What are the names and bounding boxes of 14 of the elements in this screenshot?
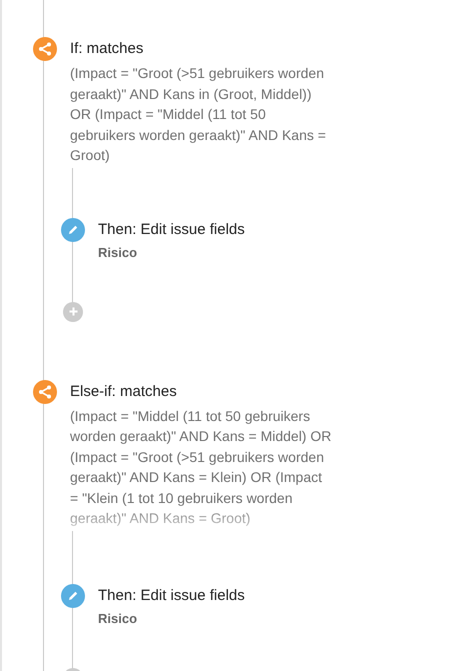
condition-title: Else-if: matches [70, 382, 178, 402]
pencil-icon [67, 224, 79, 236]
action-title: Then: Edit issue fields [98, 220, 246, 240]
action-title: Then: Edit issue fields [98, 586, 246, 606]
pencil-icon [67, 590, 79, 602]
branch-icon [38, 42, 52, 56]
condition-text: (Impact = "Middel (11 tot 50 gebruikers worden geraakt)" AND Kans = Middel) OR (Impact = "Groot (>51 gebruikers worden geraakt)" AND Kans = Klein) OR (Impact = "Klein (1 tot 10 gebruikers worden geraakt)" AND Kans = Groot) [70, 406, 332, 528]
field-name: Risico [98, 244, 138, 262]
field-name: Risico [98, 610, 138, 628]
condition-title: If: matches [70, 39, 144, 59]
branch-icon [38, 384, 52, 398]
plus-icon [68, 307, 78, 316]
add-button[interactable] [63, 302, 83, 322]
condition-text: (Impact = "Groot (>51 gebruikers worden geraakt)" AND Kans in (Groot, Middel)) OR (Impact = "Middel (11 tot 50 gebruikers worden geraakt)" AND Kans = Groot) [70, 64, 327, 165]
